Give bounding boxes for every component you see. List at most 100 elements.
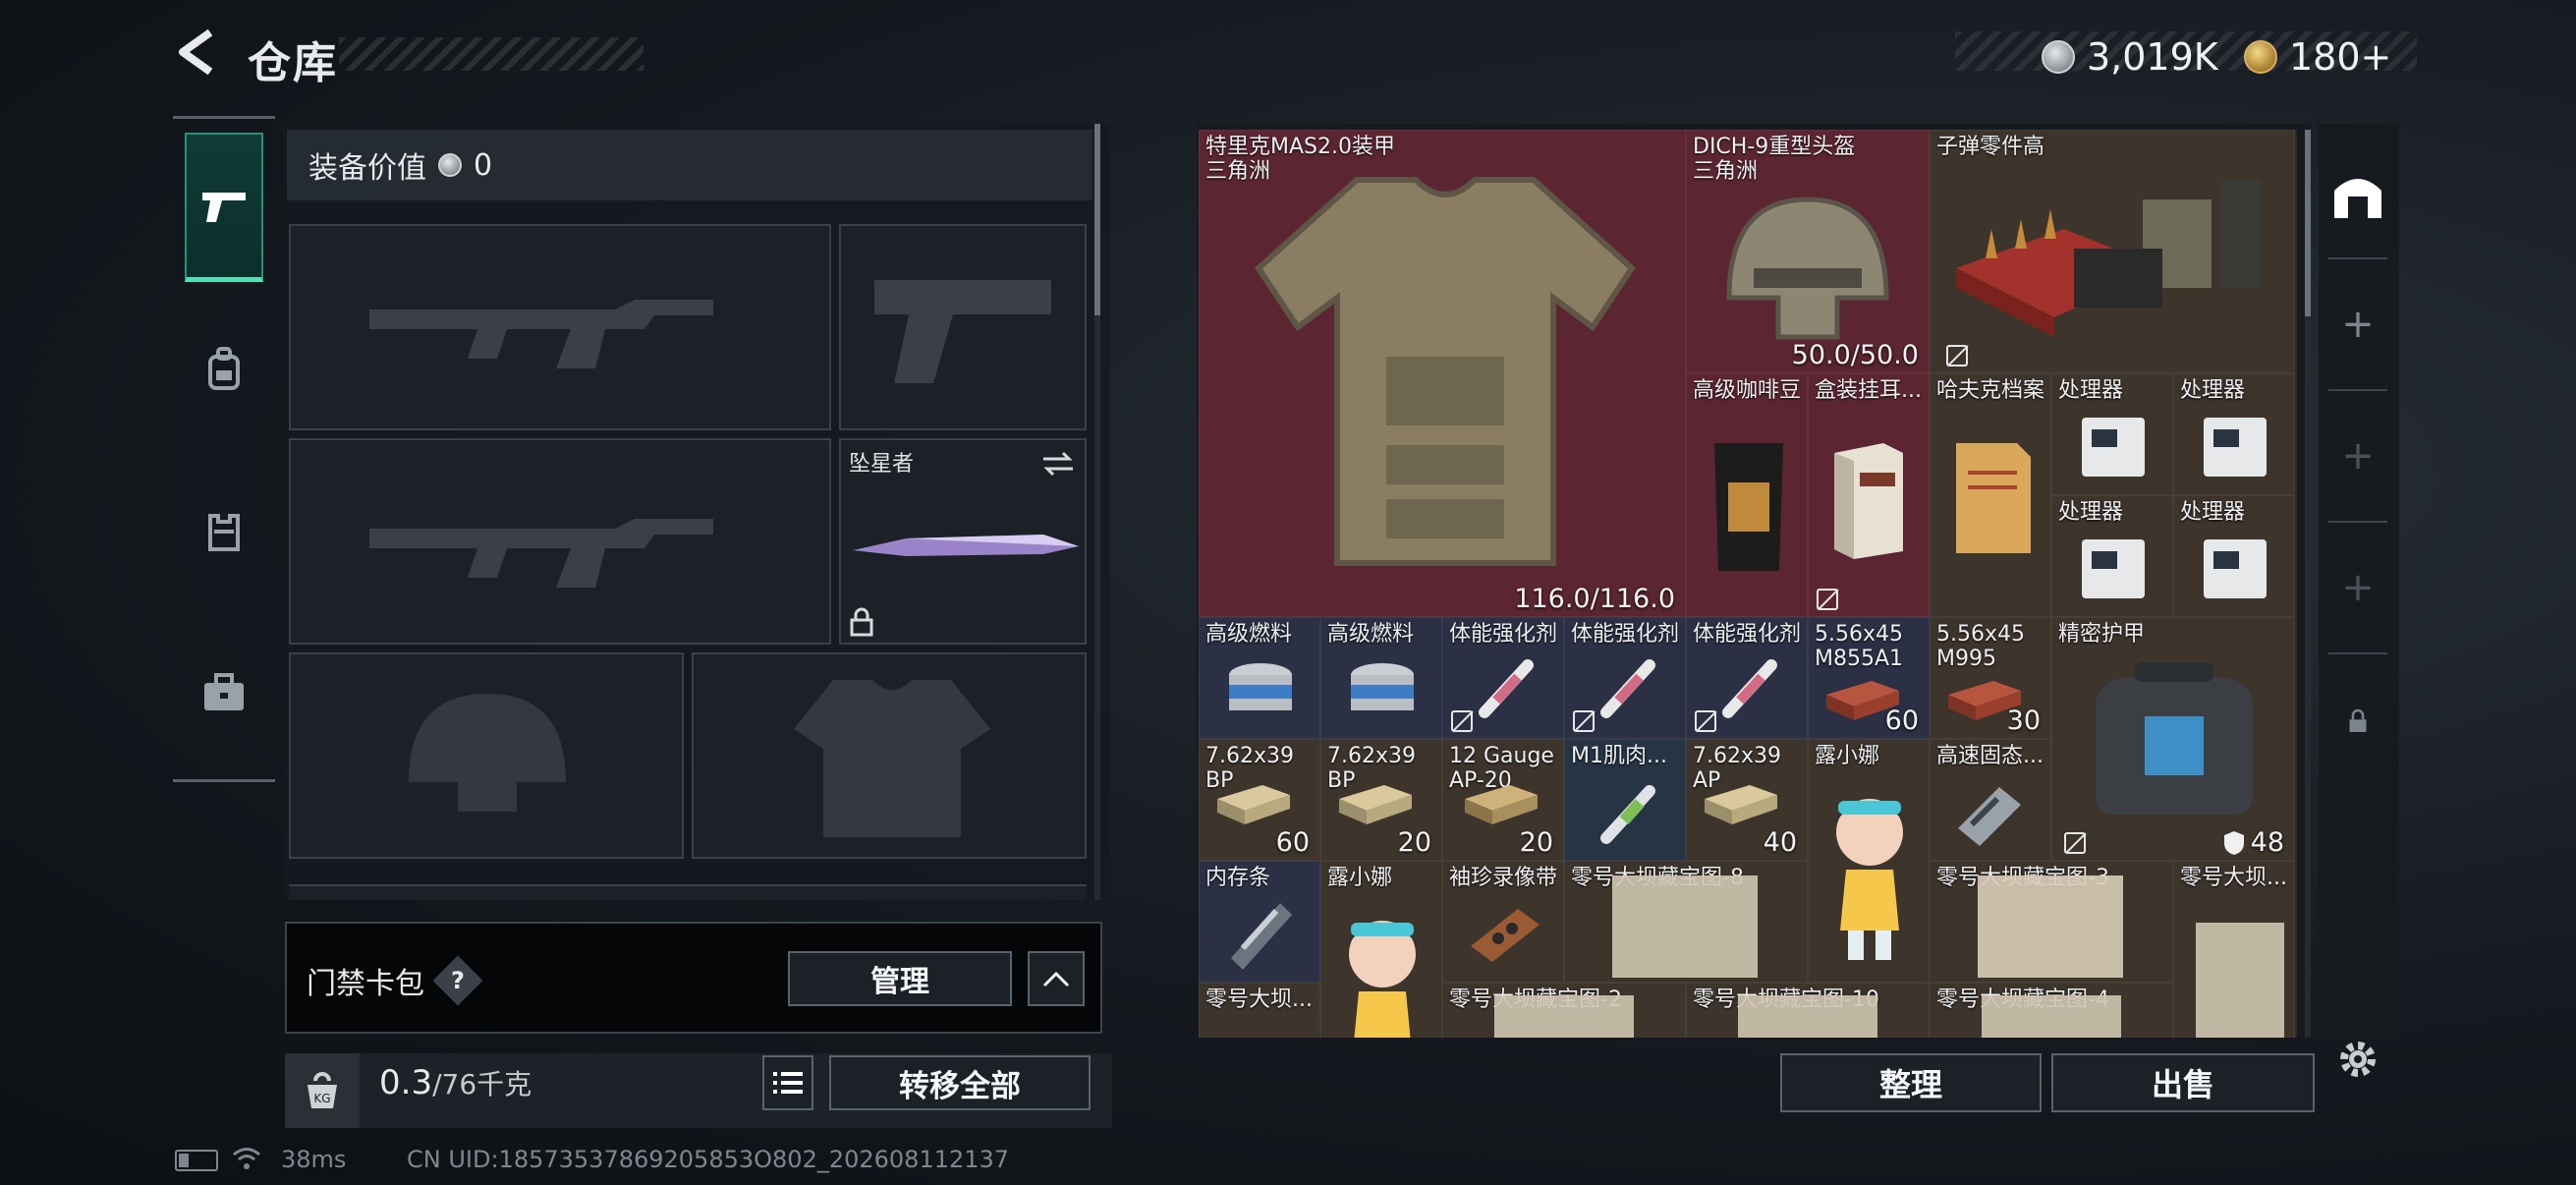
item-box-coffee[interactable]: 盒装挂耳... (1808, 373, 1930, 617)
item-processor[interactable]: 处理器 (2051, 373, 2173, 495)
item-precision-armor[interactable]: 精密护甲 48 (2051, 617, 2295, 861)
storage-tab-main[interactable] (2328, 167, 2387, 226)
item-ammo-762-ap[interactable]: 7.62x39 AP 40 (1686, 739, 1808, 861)
item-ssd[interactable]: 高速固态... (1930, 739, 2051, 861)
item-m1-muscle[interactable]: M1肌肉... (1564, 739, 1686, 861)
ssd-image (1958, 787, 2021, 846)
card-pack-label: 门禁卡包 (307, 967, 424, 1001)
item-processor[interactable]: 处理器 (2051, 495, 2173, 617)
melee-name: 坠星者 (849, 452, 915, 477)
item-stim[interactable]: 体能强化剂 (1686, 617, 1808, 739)
item-processor[interactable]: 处理器 (2173, 495, 2295, 617)
item-treasure-map[interactable]: 零号大坝藏宝图-2 (1442, 983, 1686, 1038)
add-storage-button[interactable]: + (2328, 426, 2387, 485)
list-view-button[interactable] (762, 1055, 813, 1110)
collapse-button[interactable] (1028, 951, 1085, 1006)
equipment-value: 0 (474, 147, 493, 183)
add-storage-button[interactable]: + (2328, 558, 2387, 617)
silver-currency[interactable]: 3,019K (2042, 35, 2218, 79)
item-quantity: 60 (1884, 705, 1919, 736)
nav-backpack[interactable] (185, 295, 263, 442)
item-coffee[interactable]: 高级咖啡豆 (1686, 373, 1808, 617)
item-treasure-map[interactable]: 零号大坝藏宝图-4 (1930, 983, 2173, 1038)
sell-button[interactable]: 出售 (2051, 1053, 2315, 1112)
item-fuel[interactable]: 高级燃料 (1199, 617, 1320, 739)
item-treasure-map[interactable]: 零号大坝... (2173, 861, 2295, 1038)
inventory-grid: 特里克MAS2.0装甲 三角洲 116.0/116.0 DICH-9重型头盔 三… (1199, 130, 2297, 1038)
transfer-all-button[interactable]: 转移全部 (829, 1055, 1091, 1110)
item-name: 体能强化剂 (1449, 622, 1558, 647)
nav-chest-rig[interactable] (185, 458, 263, 605)
item-processor[interactable]: 处理器 (2173, 373, 2295, 495)
lock-icon (850, 607, 873, 637)
item-stim[interactable]: 体能强化剂 (1564, 617, 1686, 739)
inventory-scroll-thumb[interactable] (2305, 130, 2311, 316)
pistol-silhouette-icon (874, 280, 1051, 383)
item-videotape[interactable]: 袖珍录像带 (1442, 861, 1564, 983)
next-slot-edge (289, 884, 1087, 900)
item-helmet[interactable]: DICH-9重型头盔 三角洲 50.0/50.0 (1686, 130, 1930, 373)
primary-weapon-slot[interactable] (289, 224, 831, 430)
item-ammo-parts[interactable]: 子弹零件高 (1930, 130, 2295, 373)
gold-currency[interactable]: 180+ (2244, 35, 2391, 79)
unsellable-icon (2064, 832, 2086, 854)
swap-icon[interactable] (1041, 450, 1075, 478)
item-name: 精密护甲 (2058, 622, 2146, 647)
item-name: 高速固态... (1936, 744, 2044, 768)
ram-stick-image (1231, 903, 1292, 970)
helmet-slot[interactable] (289, 652, 684, 859)
item-fuel[interactable]: 高级燃料 (1320, 617, 1442, 739)
armor-value: 48 (2250, 827, 2284, 858)
help-icon[interactable]: ? (432, 955, 483, 1006)
item-ammo-762-bp[interactable]: 7.62x39 BP 20 (1320, 739, 1442, 861)
secondary-rifle-slot[interactable] (289, 438, 831, 645)
item-ammo-12-gauge[interactable]: 12 Gauge AP-20 20 (1442, 739, 1564, 861)
rifle-silhouette-icon (369, 300, 713, 368)
wifi-icon (233, 1148, 260, 1169)
melee-slot[interactable]: 坠星者 (839, 438, 1087, 645)
item-ammo-556-m855a1[interactable]: 5.56x45 M855A1 60 (1808, 617, 1930, 739)
body-armor-image (1255, 177, 1636, 566)
locked-storage-button[interactable] (2328, 692, 2387, 751)
item-name: 处理器 (2058, 378, 2124, 403)
item-haffke-file[interactable]: 哈夫克档案 (1930, 373, 2051, 617)
add-storage-button[interactable]: + (2328, 295, 2387, 354)
lock-icon (2349, 708, 2367, 732)
fuel-can-image (1351, 663, 1414, 710)
item-treasure-map[interactable]: 零号大坝藏宝图-3 (1930, 861, 2173, 983)
item-luna-figure[interactable]: 露小娜 (1320, 861, 1442, 1038)
equipment-scroll-thumb[interactable] (1094, 124, 1100, 315)
melee-knife-icon (853, 535, 1079, 556)
item-luna-figure[interactable]: 露小娜 (1808, 739, 1930, 983)
item-ammo-556-m995[interactable]: 5.56x45 M995 30 (1930, 617, 2051, 739)
map-paper-image (1982, 995, 2121, 1038)
document-folder-image (1956, 443, 2031, 553)
item-armor[interactable]: 特里克MAS2.0装甲 三角洲 116.0/116.0 (1199, 130, 1686, 617)
briefcase-icon (204, 673, 244, 710)
nav-case[interactable] (185, 619, 263, 766)
settings-button[interactable] (2328, 1030, 2387, 1089)
manage-button[interactable]: 管理 (788, 951, 1012, 1006)
item-ammo-762-bp[interactable]: 7.62x39 BP 60 (1199, 739, 1320, 861)
item-stim[interactable]: 体能强化剂 (1442, 617, 1564, 739)
page-title: 仓库 (248, 38, 338, 88)
nav-weapons[interactable] (185, 133, 263, 282)
item-name: 露小娜 (1327, 866, 1393, 890)
item-durability: 48 (2223, 827, 2284, 858)
unsellable-icon (1695, 710, 1716, 732)
coffee-bag-image (1714, 443, 1783, 571)
organize-button[interactable]: 整理 (1780, 1053, 2042, 1112)
item-treasure-map[interactable]: 零号大坝藏宝图-10 (1686, 983, 1930, 1038)
map-paper-image (2196, 923, 2284, 1038)
item-treasure-map[interactable]: 零号大坝藏宝图-8 (1564, 861, 1808, 983)
armor-slot[interactable] (692, 652, 1087, 859)
back-button[interactable] (172, 28, 221, 77)
item-durability: 116.0/116.0 (1514, 584, 1675, 614)
figurine-image (1834, 799, 1905, 960)
item-ram[interactable]: 内存条 (1199, 861, 1320, 983)
item-name: 零号大坝... (1205, 988, 1313, 1012)
map-paper-image (1612, 875, 1758, 978)
processor-image (2082, 539, 2145, 598)
secondary-weapon-slot[interactable] (839, 224, 1087, 430)
item-treasure-map[interactable]: 零号大坝... (1199, 983, 1320, 1038)
